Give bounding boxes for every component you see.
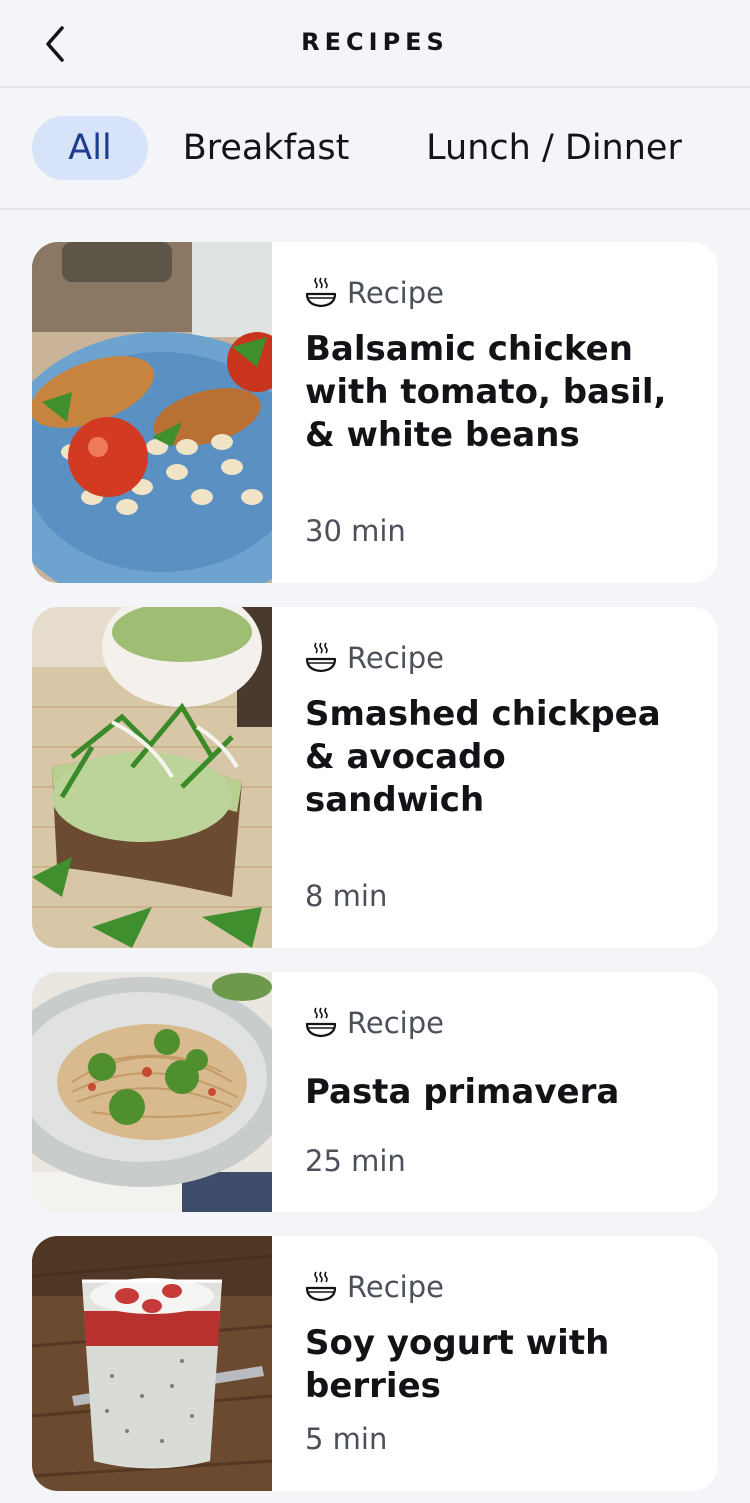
recipe-duration: 25 min xyxy=(305,1144,406,1178)
filter-chip-breakfast[interactable]: Breakfast xyxy=(170,116,362,180)
recipe-card-body: Recipe Pasta primavera 25 min xyxy=(305,972,705,1212)
filter-chip-all[interactable]: All xyxy=(32,116,148,180)
recipe-card-body: Recipe Smashed chickpea & avocado sandwi… xyxy=(305,607,705,948)
recipe-title: Soy yogurt with berries xyxy=(305,1323,610,1406)
category-filter-bar: All Breakfast Lunch / Dinner xyxy=(0,88,750,210)
recipe-tag-label: Recipe xyxy=(347,641,444,675)
recipe-duration: 30 min xyxy=(305,514,406,548)
pasta-broccoli-plate-image xyxy=(32,972,272,1212)
filter-chip-lunch-dinner[interactable]: Lunch / Dinner xyxy=(404,116,704,180)
recipe-title: Pasta primavera xyxy=(305,1072,620,1112)
recipe-card[interactable]: Recipe Balsamic chicken with tomato, bas… xyxy=(32,242,718,583)
recipe-card[interactable]: Recipe Pasta primavera 25 min xyxy=(32,972,718,1212)
recipe-tag: Recipe xyxy=(305,1270,444,1304)
recipe-tag: Recipe xyxy=(305,641,444,675)
top-bar: RECIPES xyxy=(0,0,750,88)
recipe-tag-label: Recipe xyxy=(347,1006,444,1040)
chickpea-avocado-toast-image xyxy=(32,607,272,948)
steaming-bowl-icon xyxy=(305,1271,337,1302)
steaming-bowl-icon xyxy=(305,277,337,308)
recipe-title: Smashed chickpea & avocado sandwich xyxy=(305,694,661,820)
recipe-card[interactable]: Recipe Soy yogurt with berries 5 min xyxy=(32,1236,718,1491)
recipe-tag: Recipe xyxy=(305,1006,444,1040)
recipe-tag-label: Recipe xyxy=(347,276,444,310)
steaming-bowl-icon xyxy=(305,1007,337,1038)
recipe-title: Balsamic chicken with tomato, basil, & w… xyxy=(305,329,667,455)
recipe-duration: 5 min xyxy=(305,1422,388,1456)
recipe-duration: 8 min xyxy=(305,879,388,913)
recipe-tag-label: Recipe xyxy=(347,1270,444,1304)
yogurt-berries-glass-image xyxy=(32,1236,272,1491)
recipe-card-body: Recipe Balsamic chicken with tomato, bas… xyxy=(305,242,705,583)
recipe-card[interactable]: Recipe Smashed chickpea & avocado sandwi… xyxy=(32,607,718,948)
chicken-beans-plate-image xyxy=(32,242,272,583)
steaming-bowl-icon xyxy=(305,642,337,673)
page-title: RECIPES xyxy=(301,28,449,56)
recipe-card-body: Recipe Soy yogurt with berries 5 min xyxy=(305,1236,705,1491)
recipe-tag: Recipe xyxy=(305,276,444,310)
